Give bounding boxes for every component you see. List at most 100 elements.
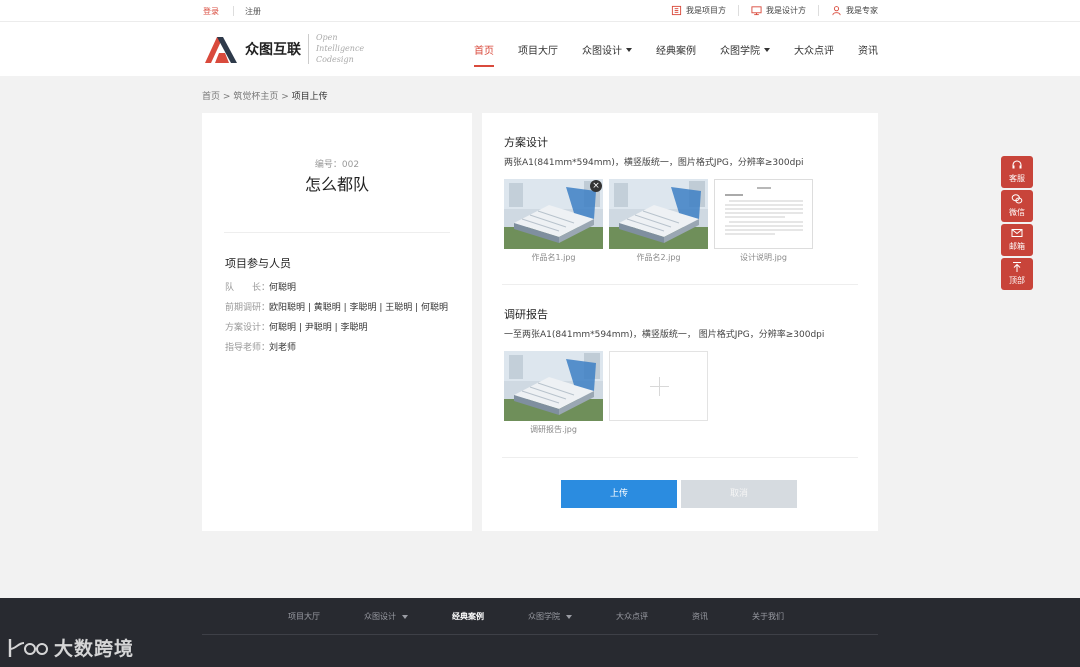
member-row: 方案设计：何聪明 | 尹聪明 | 李聪明 bbox=[225, 318, 448, 338]
side-tool-label: 顶部 bbox=[1009, 276, 1025, 285]
footer-nav-item[interactable]: 大众点评 bbox=[616, 611, 648, 622]
logo-name: 众图互联 bbox=[245, 41, 301, 58]
footer-nav-label: 经典案例 bbox=[452, 612, 484, 621]
logo-mark-icon bbox=[205, 36, 237, 63]
scheme-requirements: 两张A1(841mm*594mm)，横竖版统一，图片格式JPG，分辨率≥300d… bbox=[504, 158, 804, 168]
nav-label: 众图设计 bbox=[582, 46, 622, 57]
wechat-icon bbox=[1011, 194, 1023, 204]
nav-item-reviews[interactable]: 大众点评 bbox=[794, 42, 834, 57]
nav-label: 项目大厅 bbox=[518, 46, 558, 57]
footer-nav-label: 资讯 bbox=[692, 612, 708, 621]
upload-card: 方案设计 两张A1(841mm*594mm)，横竖版统一，图片格式JPG，分辨率… bbox=[482, 113, 878, 531]
tagline-line: Open bbox=[316, 33, 338, 42]
nav-item-news[interactable]: 资讯 bbox=[858, 42, 878, 57]
cancel-button[interactable]: 取消 bbox=[681, 480, 797, 508]
top-bar: 登录 注册 我是项目方 我是设计方 我是专家 bbox=[0, 0, 1080, 22]
building-render-image bbox=[504, 351, 603, 421]
role-link-project-owner[interactable]: 我是项目方 bbox=[659, 5, 738, 16]
nav-item-design[interactable]: 众图设计 bbox=[582, 42, 632, 57]
footer-nav-item[interactable]: 经典案例 bbox=[452, 611, 484, 622]
member-row: 队 长：何聪明 bbox=[225, 278, 448, 298]
site-header: 众图互联 Open Intelligence Codesign 首页 项目大厅 … bbox=[0, 22, 1080, 76]
breadcrumb-current: 项目上传 bbox=[291, 92, 328, 102]
footer-nav-label: 大众点评 bbox=[616, 612, 648, 621]
mail-icon bbox=[1011, 229, 1023, 237]
side-tool-wechat[interactable]: 微信 bbox=[1001, 190, 1033, 222]
chevron-down-icon bbox=[626, 47, 632, 52]
uploaded-image-thumbnail[interactable] bbox=[504, 351, 603, 421]
nav-item-academy[interactable]: 众图学院 bbox=[720, 42, 770, 57]
logo-tagline: Open Intelligence Codesign bbox=[316, 32, 364, 65]
arrow-up-icon bbox=[1013, 262, 1021, 272]
uploaded-image-thumbnail[interactable] bbox=[504, 179, 603, 249]
nav-label: 经典案例 bbox=[656, 46, 696, 57]
breadcrumb: 首页 > 筑觉杯主页 > 项目上传 bbox=[202, 89, 328, 102]
side-tool-label: 微信 bbox=[1009, 208, 1025, 217]
member-names: 何聪明 bbox=[269, 283, 297, 293]
member-names: 欧阳聪明 | 黄聪明 | 李聪明 | 王聪明 | 何聪明 bbox=[269, 303, 449, 313]
divider bbox=[233, 6, 234, 16]
member-names: 何聪明 | 尹聪明 | 李聪明 bbox=[269, 323, 368, 333]
breadcrumb-separator: > bbox=[281, 92, 289, 102]
remove-image-button[interactable]: × bbox=[590, 180, 602, 192]
footer-nav-item[interactable]: 众图学院 bbox=[528, 611, 572, 622]
nav-item-home[interactable]: 首页 bbox=[474, 42, 494, 67]
main-nav: 首页 项目大厅 众图设计 经典案例 众图学院 大众点评 资讯 bbox=[450, 42, 878, 67]
uploaded-image-thumbnail[interactable] bbox=[609, 179, 708, 249]
member-role: 方案设计： bbox=[225, 323, 271, 333]
footer-nav-item[interactable]: 资讯 bbox=[692, 611, 708, 622]
nav-item-project-hall[interactable]: 项目大厅 bbox=[518, 42, 558, 57]
chevron-down-icon bbox=[402, 614, 408, 619]
research-title: 调研报告 bbox=[504, 308, 548, 321]
uploaded-document-thumbnail[interactable] bbox=[714, 179, 813, 249]
members-title: 项目参与人员 bbox=[225, 257, 291, 270]
breadcrumb-item[interactable]: 筑觉杯主页 bbox=[233, 92, 278, 102]
footer-nav-label: 关于我们 bbox=[752, 612, 784, 621]
role-links: 我是项目方 我是设计方 我是专家 bbox=[659, 5, 878, 16]
footer-nav-item[interactable]: 关于我们 bbox=[752, 611, 784, 622]
footer-nav-item[interactable]: 众图设计 bbox=[364, 611, 408, 622]
breadcrumb-item[interactable]: 首页 bbox=[202, 92, 220, 102]
user-icon bbox=[832, 6, 841, 16]
chevron-down-icon bbox=[764, 47, 770, 52]
role-label: 我是专家 bbox=[846, 6, 878, 15]
file-name: 作品名2.jpg bbox=[636, 253, 681, 262]
member-row: 指导老师：刘老师 bbox=[225, 338, 448, 358]
building-render-image bbox=[609, 179, 708, 249]
tagline-line: Codesign bbox=[316, 55, 354, 64]
divider bbox=[308, 33, 309, 64]
footer-nav: 项目大厅 众图设计 经典案例 众图学院 大众点评 资讯 关于我们 bbox=[288, 611, 828, 622]
side-tool-mail[interactable]: 邮箱 bbox=[1001, 224, 1033, 256]
login-link[interactable]: 登录 bbox=[203, 6, 219, 17]
headset-icon bbox=[1012, 160, 1022, 169]
divider bbox=[224, 232, 450, 233]
side-tool-service[interactable]: 客服 bbox=[1001, 156, 1033, 188]
site-logo[interactable]: 众图互联 Open Intelligence Codesign bbox=[203, 32, 364, 65]
team-card: 编号：002 怎么都队 项目参与人员 队 长：何聪明 前期调研：欧阳聪明 | 黄… bbox=[202, 113, 472, 531]
member-row: 前期调研：欧阳聪明 | 黄聪明 | 李聪明 | 王聪明 | 何聪明 bbox=[225, 298, 448, 318]
role-link-designer[interactable]: 我是设计方 bbox=[738, 5, 818, 16]
file-name: 作品名1.jpg bbox=[531, 253, 576, 262]
site-footer: 项目大厅 众图设计 经典案例 众图学院 大众点评 资讯 关于我们 bbox=[0, 598, 1080, 667]
register-link[interactable]: 注册 bbox=[245, 6, 261, 17]
project-code: 编号：002 bbox=[314, 160, 360, 170]
chevron-down-icon bbox=[566, 614, 572, 619]
role-link-expert[interactable]: 我是专家 bbox=[818, 5, 878, 16]
divider bbox=[202, 634, 878, 635]
building-icon bbox=[671, 5, 682, 16]
breadcrumb-separator: > bbox=[222, 92, 231, 102]
nav-item-cases[interactable]: 经典案例 bbox=[656, 42, 696, 57]
file-name: 调研报告.jpg bbox=[530, 425, 577, 434]
nav-label: 首页 bbox=[474, 46, 494, 57]
upload-button[interactable]: 上传 bbox=[561, 480, 677, 508]
add-file-button[interactable] bbox=[609, 351, 708, 421]
footer-nav-item[interactable]: 项目大厅 bbox=[288, 611, 320, 622]
building-render-image bbox=[504, 179, 603, 249]
side-tool-top[interactable]: 顶部 bbox=[1001, 258, 1033, 290]
role-label: 我是项目方 bbox=[686, 6, 726, 15]
side-tool-label: 邮箱 bbox=[1009, 242, 1025, 251]
members-list: 队 长：何聪明 前期调研：欧阳聪明 | 黄聪明 | 李聪明 | 王聪明 | 何聪… bbox=[225, 278, 448, 358]
member-names: 刘老师 bbox=[269, 343, 297, 353]
footer-nav-label: 众图学院 bbox=[528, 612, 560, 621]
divider bbox=[502, 457, 858, 458]
